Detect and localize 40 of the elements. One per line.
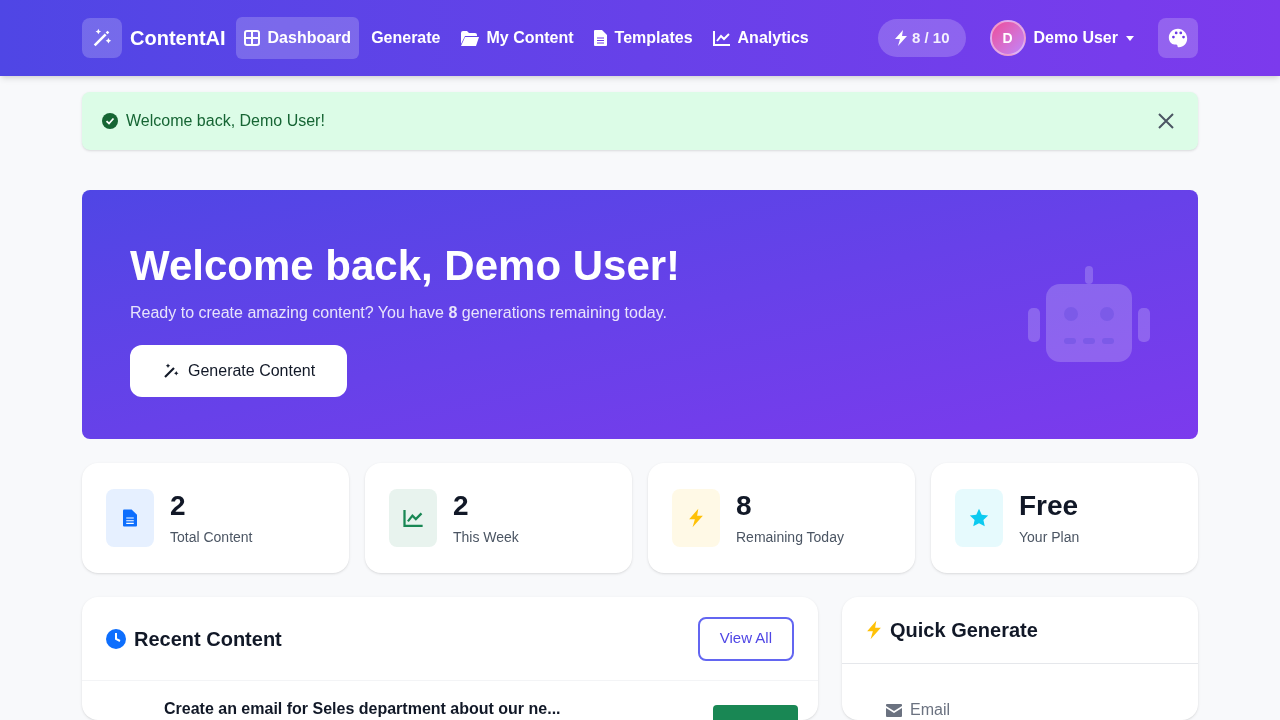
card-title: Recent Content [134, 626, 282, 652]
stat-value: 8 [736, 489, 753, 523]
robot-icon [1028, 266, 1150, 362]
nav-link[interactable]: Dashboard [235, 17, 360, 59]
clock-icon [106, 628, 126, 649]
grid-icon [243, 30, 260, 46]
nav-link[interactable]: My Content [452, 17, 582, 59]
hero-title: Welcome back, Demo User! [130, 241, 682, 291]
envelope-icon [886, 703, 902, 717]
brand-name[interactable]: ContentAI [130, 23, 226, 53]
lightning-icon [866, 620, 882, 640]
document-icon [593, 30, 607, 46]
view-all-button[interactable]: View All [697, 616, 794, 661]
theme-button[interactable] [1158, 18, 1198, 58]
card-title: Quick Generate [890, 618, 1038, 643]
logo-icon [82, 18, 122, 58]
chart-icon [712, 30, 730, 46]
palette-icon [1167, 27, 1189, 49]
hero-subtitle: Ready to create amazing content? You have 8 generations remaining today. [130, 302, 668, 323]
check-circle-icon [102, 113, 118, 129]
stat-value: 2 [170, 489, 187, 523]
stat-value: 2 [453, 489, 470, 523]
folder-icon [460, 30, 479, 46]
quick-generate-option[interactable]: Email [886, 698, 1154, 720]
nav-link[interactable]: Generate [363, 17, 449, 59]
avatar: D [989, 20, 1026, 56]
nav-link[interactable]: Templates [585, 17, 701, 59]
content-title[interactable]: Create an email for Seles department about our ne... [164, 697, 561, 720]
stat-label: Remaining Today [736, 528, 844, 547]
usage-badge: 8 / 10 [878, 19, 966, 57]
stat-label: Your Plan [1019, 528, 1080, 547]
stat-value: Free [1019, 489, 1080, 523]
alert-message: Welcome back, Demo User! [126, 111, 325, 131]
user-menu[interactable]: D Demo User [989, 20, 1134, 56]
nav-link[interactable]: Analytics [704, 17, 817, 59]
stat-label: This Week [453, 528, 519, 547]
magic-wand-icon [162, 361, 180, 380]
stat-label: Total Content [170, 528, 253, 547]
caret-icon [1126, 35, 1134, 41]
generate-content-button[interactable]: Generate Content [130, 344, 348, 397]
